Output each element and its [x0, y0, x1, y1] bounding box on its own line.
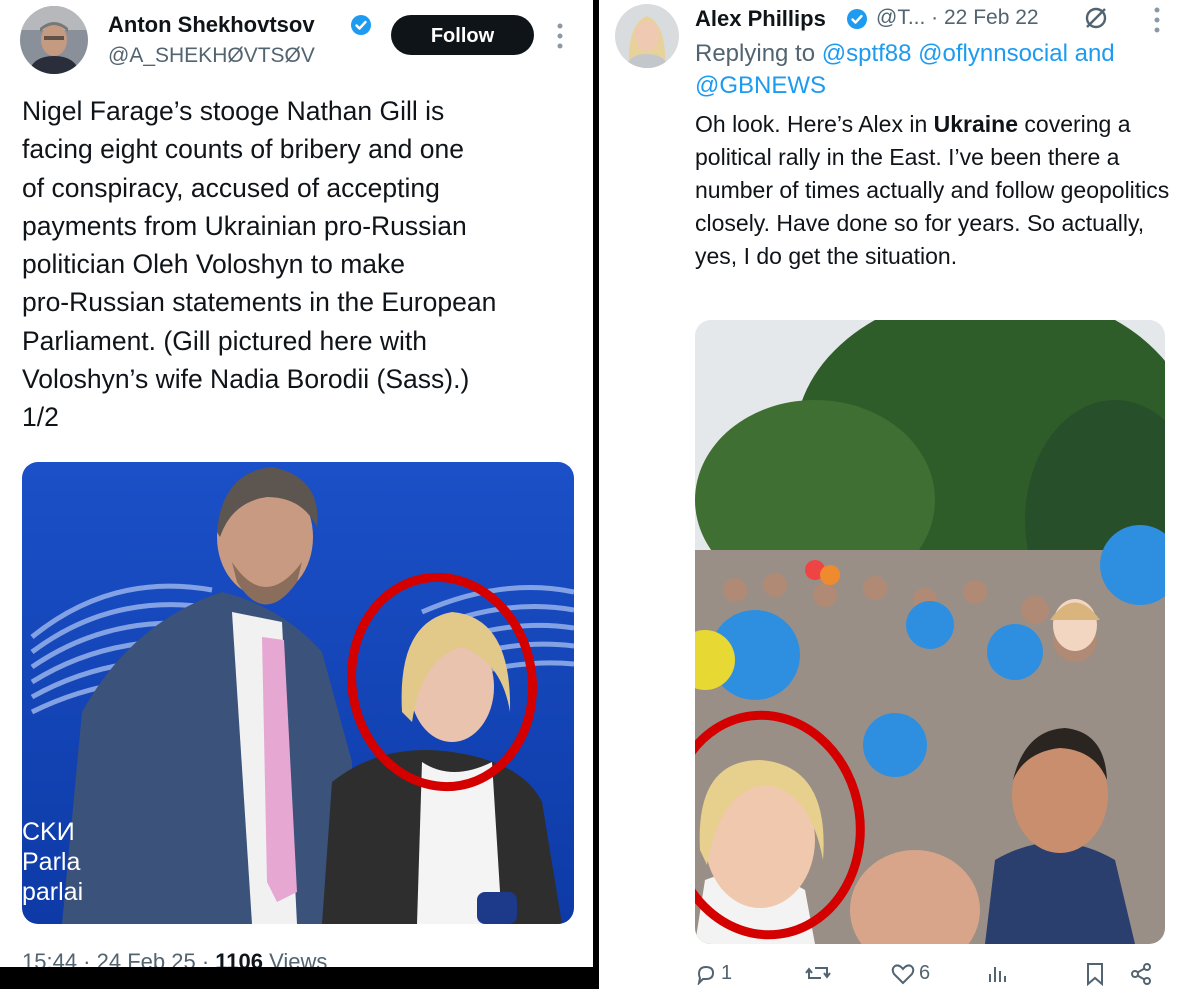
tweet-photo[interactable]: CKИ Parla parlai: [22, 462, 574, 924]
reply-action[interactable]: 1: [695, 962, 732, 985]
like-action[interactable]: 6: [891, 962, 930, 985]
more-icon[interactable]: [555, 22, 565, 50]
author-handle[interactable]: @T... · 22 Feb 22: [876, 6, 1039, 30]
follow-button[interactable]: Follow: [391, 15, 534, 55]
replying-to: Replying to @sptf88 @oflynnsocial and @G…: [695, 40, 1115, 99]
tweet-text: Oh look. Here’s Alex in Ukraine covering…: [695, 111, 1170, 269]
right-tweet: Alex Phillips @T... · 22 Feb 22 Replying…: [599, 0, 1200, 989]
author-avatar[interactable]: [615, 4, 679, 68]
mention-link[interactable]: @GBNEWS: [695, 72, 826, 99]
author-avatar[interactable]: [20, 6, 88, 74]
tweet-timestamp[interactable]: 15:44 · 24 Feb 25 · 1106 Views: [22, 949, 327, 967]
bookmark-action[interactable]: [1085, 962, 1105, 986]
reply-icon: [697, 965, 715, 985]
retweet-icon: [805, 967, 831, 979]
tweet-date[interactable]: 22 Feb 22: [944, 6, 1039, 29]
mention-link[interactable]: @oflynnsocial: [918, 40, 1068, 67]
reply-count: 1: [721, 962, 733, 984]
more-icon[interactable]: [1152, 6, 1162, 34]
share-action[interactable]: [1129, 962, 1153, 986]
author-name[interactable]: Anton Shekhovtsov: [108, 12, 315, 38]
views-action[interactable]: [987, 962, 1009, 984]
verified-badge-icon: [847, 9, 867, 29]
bookmark-icon: [1087, 963, 1103, 986]
verified-badge-icon: [351, 15, 371, 35]
like-icon: [891, 963, 915, 984]
mention-link[interactable]: @sptf88: [822, 40, 912, 67]
tweet-text: Nigel Farage’s stooge Nathan Gill is fac…: [22, 96, 497, 433]
like-count: 6: [919, 962, 931, 984]
views-icon: [989, 967, 1006, 982]
left-tweet: Anton Shekhovtsov @A_SHEKHØVTSØV Follow …: [0, 0, 593, 967]
photo-sign-text: CKИ Parla parlai: [22, 818, 84, 906]
retweet-action[interactable]: [805, 962, 831, 984]
share-icon: [1131, 963, 1151, 985]
grok-icon[interactable]: [1083, 5, 1109, 31]
tweet-photo[interactable]: [695, 320, 1165, 944]
author-handle[interactable]: @A_SHEKHØVTSØV: [108, 44, 315, 68]
author-name[interactable]: Alex Phillips: [695, 6, 826, 32]
